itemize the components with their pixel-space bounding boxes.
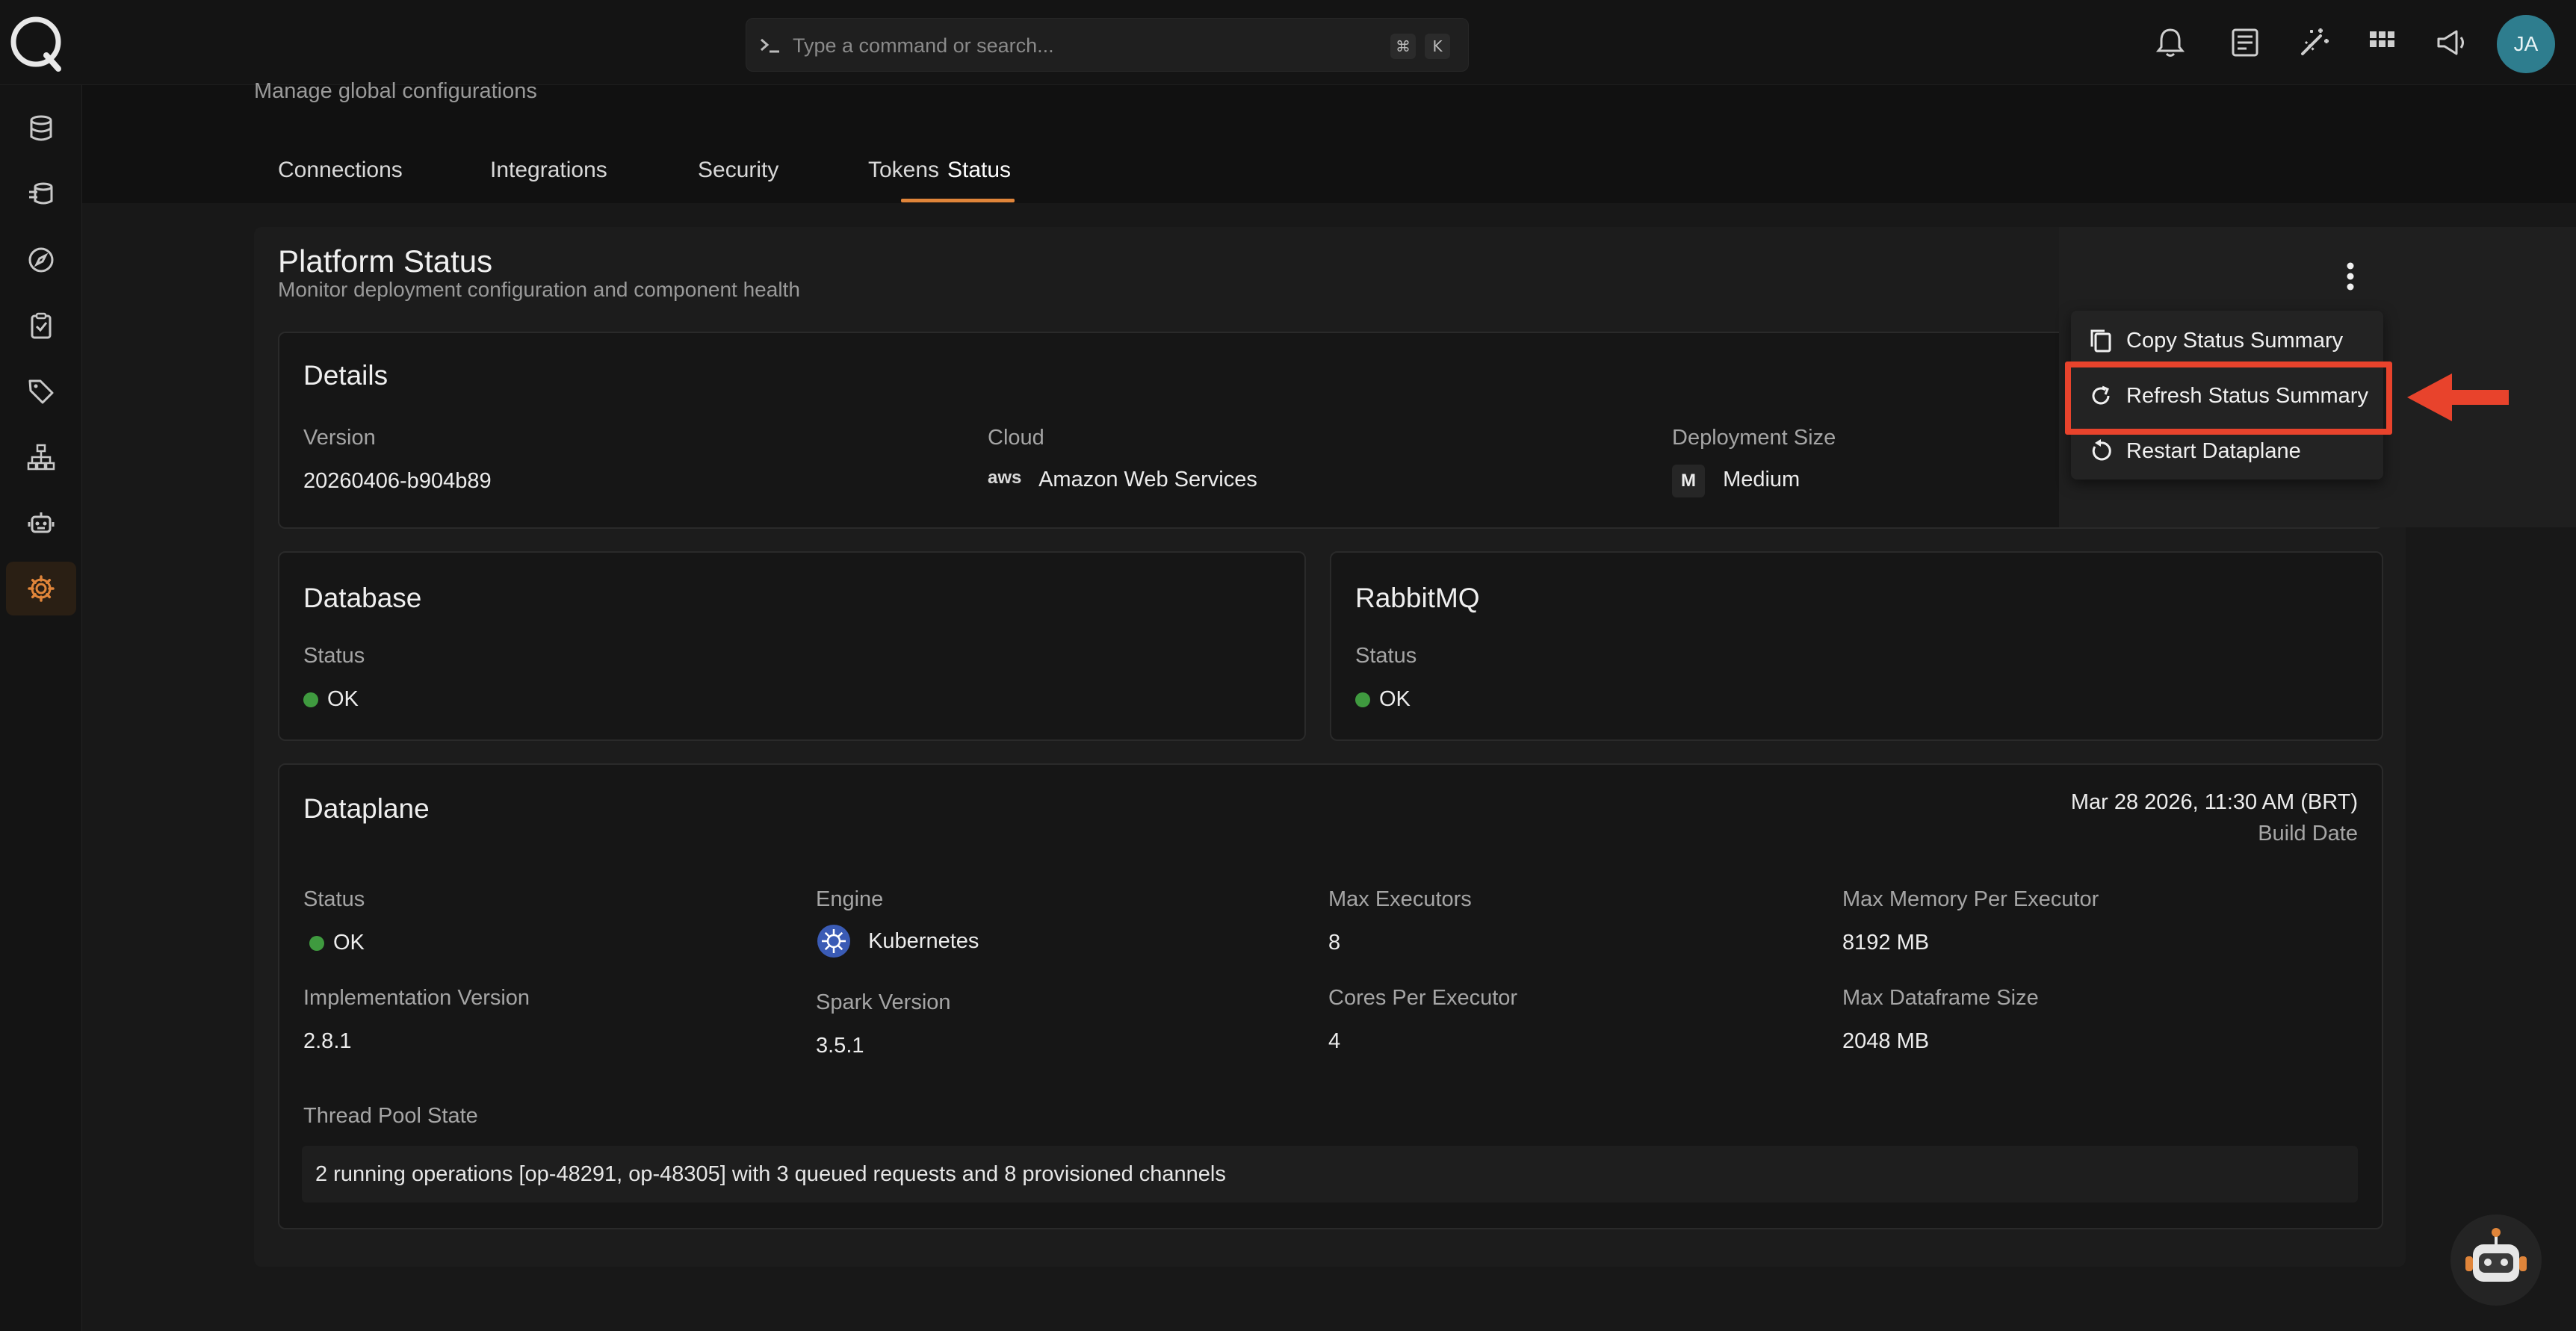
dataplane-status-label: Status xyxy=(303,887,365,911)
aws-logo-icon: aws xyxy=(988,468,1022,488)
layers-database-icon xyxy=(29,182,53,205)
apps-grid-icon[interactable] xyxy=(2364,24,2401,61)
assistant-bot-button[interactable] xyxy=(2450,1214,2542,1306)
robot-assistant-icon xyxy=(2465,1228,2527,1282)
sidebar-item-hierarchy[interactable] xyxy=(6,430,76,484)
tab-security[interactable]: Security xyxy=(674,149,802,203)
dataplane-card: Dataplane Mar 28 2026, 11:30 AM (BRT) Bu… xyxy=(278,763,2383,1229)
tag-icon xyxy=(28,379,54,404)
megaphone-icon[interactable] xyxy=(2433,24,2470,61)
engine-value: Kubernetes xyxy=(868,928,979,953)
search-input[interactable] xyxy=(793,29,1360,62)
database-status-value: OK xyxy=(327,687,359,711)
shortcut-mod-key: ⌘ xyxy=(1390,34,1416,59)
sidebar-item-bots[interactable] xyxy=(6,496,76,550)
engine-row: Kubernetes xyxy=(816,923,979,959)
engine-label: Engine xyxy=(816,887,884,911)
menu-item-label: Copy Status Summary xyxy=(2126,329,2344,353)
version-label: Version xyxy=(303,426,376,450)
tab-connections[interactable]: Connections xyxy=(254,149,427,203)
database-status-label: Status xyxy=(303,644,365,668)
dataplane-status: OK xyxy=(309,931,365,955)
deployment-size-value: Medium xyxy=(1723,468,1801,491)
tab-integrations[interactable]: Integrations xyxy=(466,149,631,203)
magic-wand-icon[interactable] xyxy=(2295,24,2332,61)
sidebar xyxy=(0,85,82,1331)
size-badge: M xyxy=(1672,465,1705,497)
rabbitmq-status: OK xyxy=(1355,687,1411,712)
cloud-value: Amazon Web Services xyxy=(1038,468,1257,491)
page-subtitle: Manage global configurations xyxy=(254,79,537,103)
sidebar-item-tags[interactable] xyxy=(6,364,76,418)
kebab-menu-icon[interactable] xyxy=(2340,258,2361,294)
menu-item-copy-status[interactable]: Copy Status Summary xyxy=(2071,314,2383,369)
database-card: Database Status OK xyxy=(278,551,1306,741)
robot-icon xyxy=(28,512,55,533)
build-date-value: Mar 28 2026, 11:30 AM (BRT) xyxy=(2070,790,2358,814)
spark-version-label: Spark Version xyxy=(816,990,951,1014)
cores-value: 4 xyxy=(1328,1029,1341,1053)
command-search[interactable]: ⌘ K xyxy=(746,18,1469,72)
cloud-value-row: aws Amazon Web Services xyxy=(988,468,1257,492)
compass-icon xyxy=(28,247,54,273)
top-bar: ⌘ K JA xyxy=(0,0,2576,85)
terminal-prompt-icon xyxy=(761,38,779,53)
sidebar-item-settings[interactable] xyxy=(6,562,76,615)
dataplane-title: Dataplane xyxy=(303,793,430,824)
thread-pool-value: 2 running operations [op-48291, op-48305… xyxy=(302,1146,2358,1203)
kubernetes-icon xyxy=(817,925,850,958)
deployment-size-label: Deployment Size xyxy=(1672,426,1836,450)
sidebar-item-pipelines[interactable] xyxy=(6,167,76,221)
gear-icon xyxy=(28,575,55,602)
app-logo-icon[interactable] xyxy=(6,13,66,73)
max-executors-value: 8 xyxy=(1328,931,1341,955)
dataplane-status-value: OK xyxy=(333,931,365,955)
impl-version-value: 2.8.1 xyxy=(303,1029,352,1053)
details-title: Details xyxy=(303,360,388,391)
max-memory-value: 8192 MB xyxy=(1842,931,1930,955)
restart-icon xyxy=(2092,439,2111,461)
sidebar-item-database[interactable] xyxy=(6,102,76,155)
thread-pool-label: Thread Pool State xyxy=(303,1104,478,1128)
shortcut-key: K xyxy=(1425,34,1450,59)
spark-version-value: 3.5.1 xyxy=(816,1034,864,1058)
version-value: 20260406-b904b89 xyxy=(303,469,492,493)
deployment-size-row: M Medium xyxy=(1672,465,1800,497)
database-title: Database xyxy=(303,583,422,613)
menu-item-label: Restart Dataplane xyxy=(2126,439,2301,463)
document-icon[interactable] xyxy=(2226,24,2264,61)
max-df-label: Max Dataframe Size xyxy=(1842,986,2039,1010)
panel-title: Platform Status xyxy=(278,243,493,279)
highlight-annotation-box xyxy=(2065,362,2392,435)
database-icon xyxy=(30,115,52,141)
clipboard-check-icon xyxy=(31,312,52,339)
max-memory-label: Max Memory Per Executor xyxy=(1842,887,2099,911)
org-chart-icon xyxy=(27,444,55,471)
status-ok-dot xyxy=(309,936,324,951)
build-date-label: Build Date xyxy=(2258,822,2358,846)
rabbitmq-title: RabbitMQ xyxy=(1355,583,1480,613)
user-avatar[interactable]: JA xyxy=(2497,15,2555,73)
max-df-value: 2048 MB xyxy=(1842,1029,1930,1053)
impl-version-label: Implementation Version xyxy=(303,986,530,1010)
annotation-arrow-icon xyxy=(2407,373,2509,421)
status-ok-dot xyxy=(303,692,318,707)
max-executors-label: Max Executors xyxy=(1328,887,1472,911)
rabbitmq-status-value: OK xyxy=(1379,687,1411,711)
bell-icon[interactable] xyxy=(2152,24,2189,61)
copy-icon xyxy=(2090,329,2111,353)
rabbitmq-card: RabbitMQ Status OK xyxy=(1330,551,2383,741)
tab-status[interactable]: Status xyxy=(923,149,1035,203)
status-ok-dot xyxy=(1355,692,1370,707)
cloud-label: Cloud xyxy=(988,426,1044,450)
rabbitmq-status-label: Status xyxy=(1355,644,1417,668)
active-tab-indicator xyxy=(901,199,1015,202)
panel-subtitle: Monitor deployment configuration and com… xyxy=(278,278,800,301)
cores-label: Cores Per Executor xyxy=(1328,986,1518,1010)
database-status: OK xyxy=(303,687,359,712)
sidebar-item-tasks[interactable] xyxy=(6,299,76,353)
sidebar-item-explore[interactable] xyxy=(6,233,76,287)
